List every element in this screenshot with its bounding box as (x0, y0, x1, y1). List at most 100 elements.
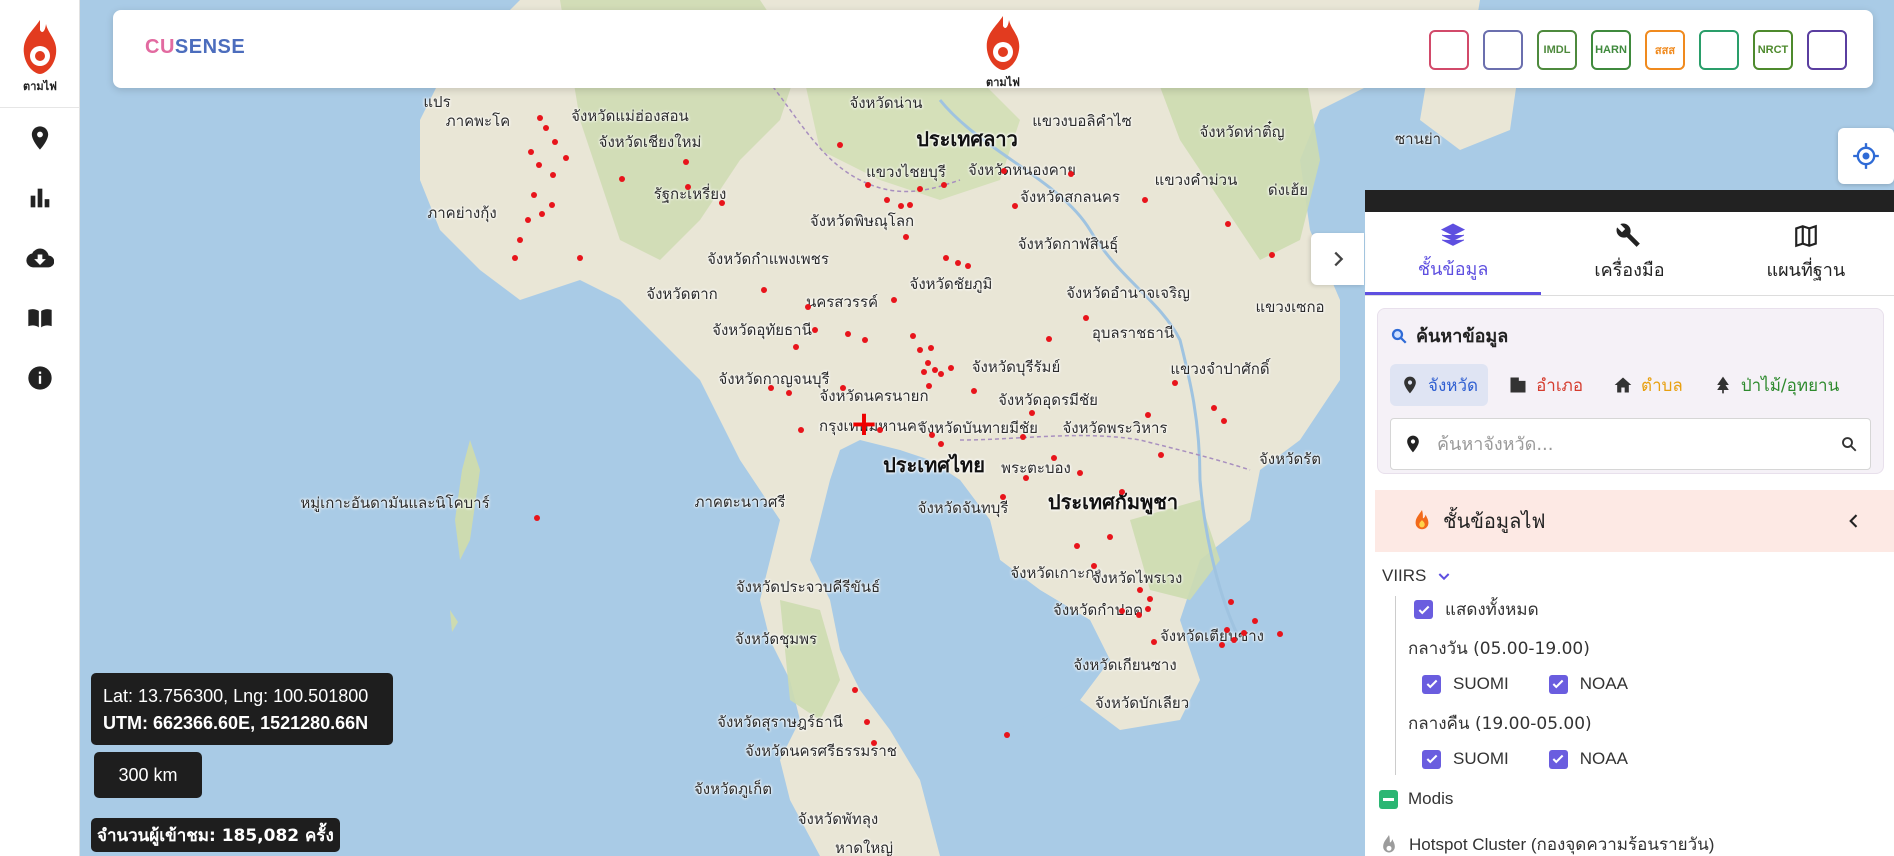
hotspot-marker[interactable] (525, 217, 531, 223)
hotspot-marker[interactable] (1107, 534, 1113, 540)
tab-basemap[interactable]: แผนที่ฐาน (1718, 212, 1894, 295)
hotspot-marker[interactable] (786, 390, 792, 396)
hotspot-marker[interactable] (1225, 221, 1231, 227)
hotspot-marker[interactable] (1151, 639, 1157, 645)
partner-logo[interactable] (1483, 30, 1523, 70)
hotspot-marker[interactable] (1211, 405, 1217, 411)
hotspot-marker[interactable] (1172, 380, 1178, 386)
night-noaa-row[interactable]: NOAA (1548, 749, 1628, 769)
search-chip[interactable]: จังหวัด (1390, 364, 1489, 406)
hotspot-marker[interactable] (577, 255, 583, 261)
hotspot-marker[interactable] (948, 365, 954, 371)
hotspot-marker[interactable] (1000, 494, 1006, 500)
hotspot-marker[interactable] (941, 182, 947, 188)
hotspot-marker[interactable] (1077, 470, 1083, 476)
night-suomi-checkbox[interactable] (1422, 749, 1441, 769)
hotspot-marker[interactable] (512, 255, 518, 261)
hotspot-marker[interactable] (1083, 315, 1089, 321)
hotspot-marker[interactable] (1046, 336, 1052, 342)
fire-layer-header[interactable]: ชั้นข้อมูลไฟ (1375, 490, 1894, 552)
hotspot-marker[interactable] (798, 427, 804, 433)
hotspot-marker[interactable] (550, 172, 556, 178)
search-chip[interactable]: ตำบล (1603, 364, 1693, 406)
partner-logo[interactable]: IMDL (1537, 30, 1577, 70)
hotspot-marker[interactable] (1136, 612, 1142, 618)
hotspot-marker[interactable] (531, 192, 537, 198)
search-chip[interactable]: ป่าไม้/อุทยาน (1703, 364, 1849, 406)
tab-tools[interactable]: เครื่องมือ (1541, 212, 1717, 295)
partner-logo[interactable]: HARN (1591, 30, 1631, 70)
hotspot-marker[interactable] (845, 331, 851, 337)
hotspot-marker[interactable] (928, 345, 934, 351)
hotspot-marker[interactable] (683, 159, 689, 165)
hotspot-marker[interactable] (517, 237, 523, 243)
partner-logo[interactable] (1699, 30, 1739, 70)
hotspot-marker[interactable] (1231, 637, 1237, 643)
hotspot-marker[interactable] (938, 371, 944, 377)
hotspot-marker[interactable] (910, 333, 916, 339)
viirs-group[interactable]: VIIRS (1382, 566, 1894, 586)
hotspot-marker[interactable] (528, 149, 534, 155)
hotspot-marker[interactable] (619, 176, 625, 182)
day-noaa-row[interactable]: NOAA (1548, 674, 1628, 694)
hotspot-marker[interactable] (536, 162, 542, 168)
modis-row[interactable]: Modis (1379, 789, 1894, 809)
hotspot-marker[interactable] (837, 142, 843, 148)
hotspot-marker[interactable] (852, 687, 858, 693)
search-icon[interactable] (1840, 435, 1858, 453)
hotspot-marker[interactable] (1145, 412, 1151, 418)
hotspot-marker[interactable] (1119, 608, 1125, 614)
hotspot-marker[interactable] (543, 125, 549, 131)
nav-manual[interactable] (0, 288, 79, 348)
search-chip[interactable]: อำเภอ (1498, 364, 1593, 406)
hotspot-marker[interactable] (1012, 203, 1018, 209)
hotspot-marker[interactable] (865, 182, 871, 188)
hotspot-marker[interactable] (1137, 587, 1143, 593)
hotspot-marker[interactable] (929, 432, 935, 438)
hotspot-marker[interactable] (1158, 452, 1164, 458)
hotspot-cluster-row[interactable]: Hotspot Cluster (กองจุดความร้อนรายวัน) (1379, 831, 1894, 856)
hotspot-marker[interactable] (1269, 252, 1275, 258)
hotspot-marker[interactable] (932, 367, 938, 373)
hotspot-marker[interactable] (871, 740, 877, 746)
partner-logo[interactable]: NRCT (1753, 30, 1793, 70)
panel-toggle-button[interactable] (1311, 233, 1364, 285)
day-suomi-row[interactable]: SUOMI (1422, 674, 1509, 694)
partner-logo[interactable]: สสส (1645, 30, 1685, 70)
hotspot-marker[interactable] (552, 139, 558, 145)
hotspot-marker[interactable] (1252, 618, 1258, 624)
hotspot-marker[interactable] (1029, 410, 1035, 416)
search-input[interactable] (1437, 433, 1826, 455)
hotspot-marker[interactable] (955, 260, 961, 266)
night-noaa-checkbox[interactable] (1548, 749, 1568, 769)
search-box[interactable] (1390, 418, 1871, 470)
partner-logo[interactable] (1429, 30, 1469, 70)
hotspot-marker[interactable] (793, 344, 799, 350)
hotspot-marker[interactable] (1004, 732, 1010, 738)
hotspot-marker[interactable] (903, 234, 909, 240)
hotspot-marker[interactable] (1221, 418, 1227, 424)
locate-me-button[interactable] (1838, 128, 1894, 184)
hotspot-marker[interactable] (862, 337, 868, 343)
tab-layers[interactable]: ชั้นข้อมูล (1365, 212, 1542, 295)
hotspot-marker[interactable] (1219, 642, 1225, 648)
hotspot-marker[interactable] (943, 255, 949, 261)
chevron-left-icon[interactable] (1844, 511, 1864, 531)
hotspot-marker[interactable] (1147, 596, 1153, 602)
hotspot-marker[interactable] (1145, 606, 1151, 612)
show-all-checkbox[interactable] (1414, 600, 1433, 619)
hotspot-marker[interactable] (884, 197, 890, 203)
hotspot-marker[interactable] (563, 155, 569, 161)
night-suomi-row[interactable]: SUOMI (1422, 749, 1509, 769)
hotspot-marker[interactable] (537, 115, 543, 121)
hotspot-marker[interactable] (1241, 630, 1247, 636)
hotspot-marker[interactable] (1068, 171, 1074, 177)
hotspot-marker[interactable] (1001, 168, 1007, 174)
hotspot-marker[interactable] (891, 297, 897, 303)
hotspot-marker[interactable] (917, 347, 923, 353)
tamfai-logo[interactable]: ตามไฟ (0, 0, 79, 108)
hotspot-marker[interactable] (812, 327, 818, 333)
day-suomi-checkbox[interactable] (1422, 674, 1441, 694)
nav-map-pin[interactable] (0, 108, 79, 168)
hotspot-marker[interactable] (761, 287, 767, 293)
